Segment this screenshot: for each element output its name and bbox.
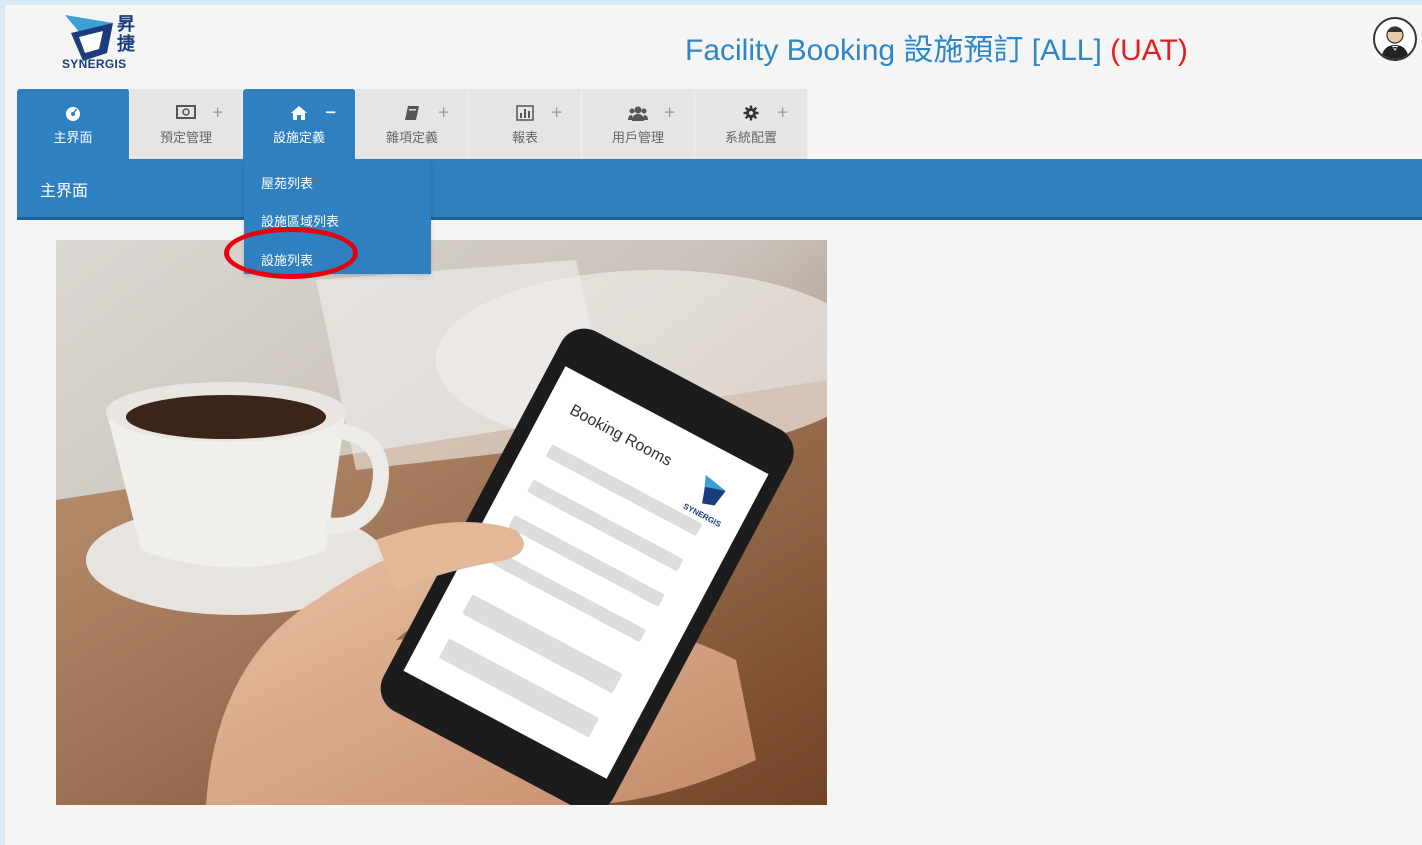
main-nav-tabs: 主界面 + 預定管理 − 設施定義 + 雜項定義 + 報表 + 用戶管理 + 系… [17, 89, 808, 159]
page-title: Facility Booking 設施預訂 [ALL] (UAT) [685, 25, 1188, 69]
home-icon [243, 105, 355, 123]
tab-label: 雜項定義 [385, 131, 438, 146]
gear-icon [695, 105, 807, 123]
tab-system-config[interactable]: + 系統配置 [695, 89, 808, 159]
expand-toggle[interactable]: + [550, 103, 563, 121]
hero-image: Booking Rooms SYNERGIS [56, 240, 827, 805]
env-badge: (UAT) [1110, 34, 1188, 67]
tab-label: 用戶管理 [611, 131, 664, 146]
tab-label: 主界面 [53, 131, 93, 146]
collapse-toggle[interactable]: − [324, 103, 337, 121]
expand-toggle[interactable]: + [211, 103, 224, 121]
title-main: Facility Booking 設施預訂 [ALL] [685, 34, 1111, 67]
expand-toggle[interactable]: + [776, 103, 789, 121]
hero-photo: Booking Rooms SYNERGIS [56, 240, 827, 805]
tab-facility-definition[interactable]: − 設施定義 [243, 89, 356, 159]
expand-toggle[interactable]: + [437, 103, 450, 121]
tab-label: 報表 [511, 131, 538, 146]
facility-definition-submenu: 屋苑列表 設施區域列表 設施列表 [244, 159, 431, 274]
expand-toggle[interactable]: + [663, 103, 676, 121]
logo-text: SYNERGIS [62, 57, 127, 71]
breadcrumb: 主界面 [40, 181, 89, 200]
book-icon [356, 105, 468, 123]
money-icon [130, 105, 242, 123]
bar-chart-icon [469, 105, 581, 123]
tab-user-management[interactable]: + 用戶管理 [582, 89, 695, 159]
submenu-item-facility-list[interactable]: 設施列表 [261, 250, 313, 269]
tab-reports[interactable]: + 報表 [469, 89, 582, 159]
submenu-item-estate-list[interactable]: 屋苑列表 [261, 173, 313, 192]
tab-label: 系統配置 [724, 131, 777, 146]
tab-misc-definition[interactable]: + 雜項定義 [356, 89, 469, 159]
tab-booking-management[interactable]: + 預定管理 [130, 89, 243, 159]
users-icon [582, 105, 694, 123]
submenu-item-facility-area-list[interactable]: 設施區域列表 [261, 211, 339, 230]
dashboard-icon [17, 105, 129, 123]
page-frame: 昇捷 SYNERGIS Facility Booking 設施預訂 [ALL] … [5, 5, 1422, 845]
tab-dashboard[interactable]: 主界面 [17, 89, 130, 159]
user-avatar[interactable] [1373, 17, 1417, 61]
breadcrumb-bar: 主界面 [17, 159, 1422, 220]
user-avatar-icon [1381, 26, 1409, 59]
tab-label: 預定管理 [159, 131, 212, 146]
tab-label: 設施定義 [272, 131, 325, 146]
logo-cn-text: 昇捷 [117, 14, 135, 55]
